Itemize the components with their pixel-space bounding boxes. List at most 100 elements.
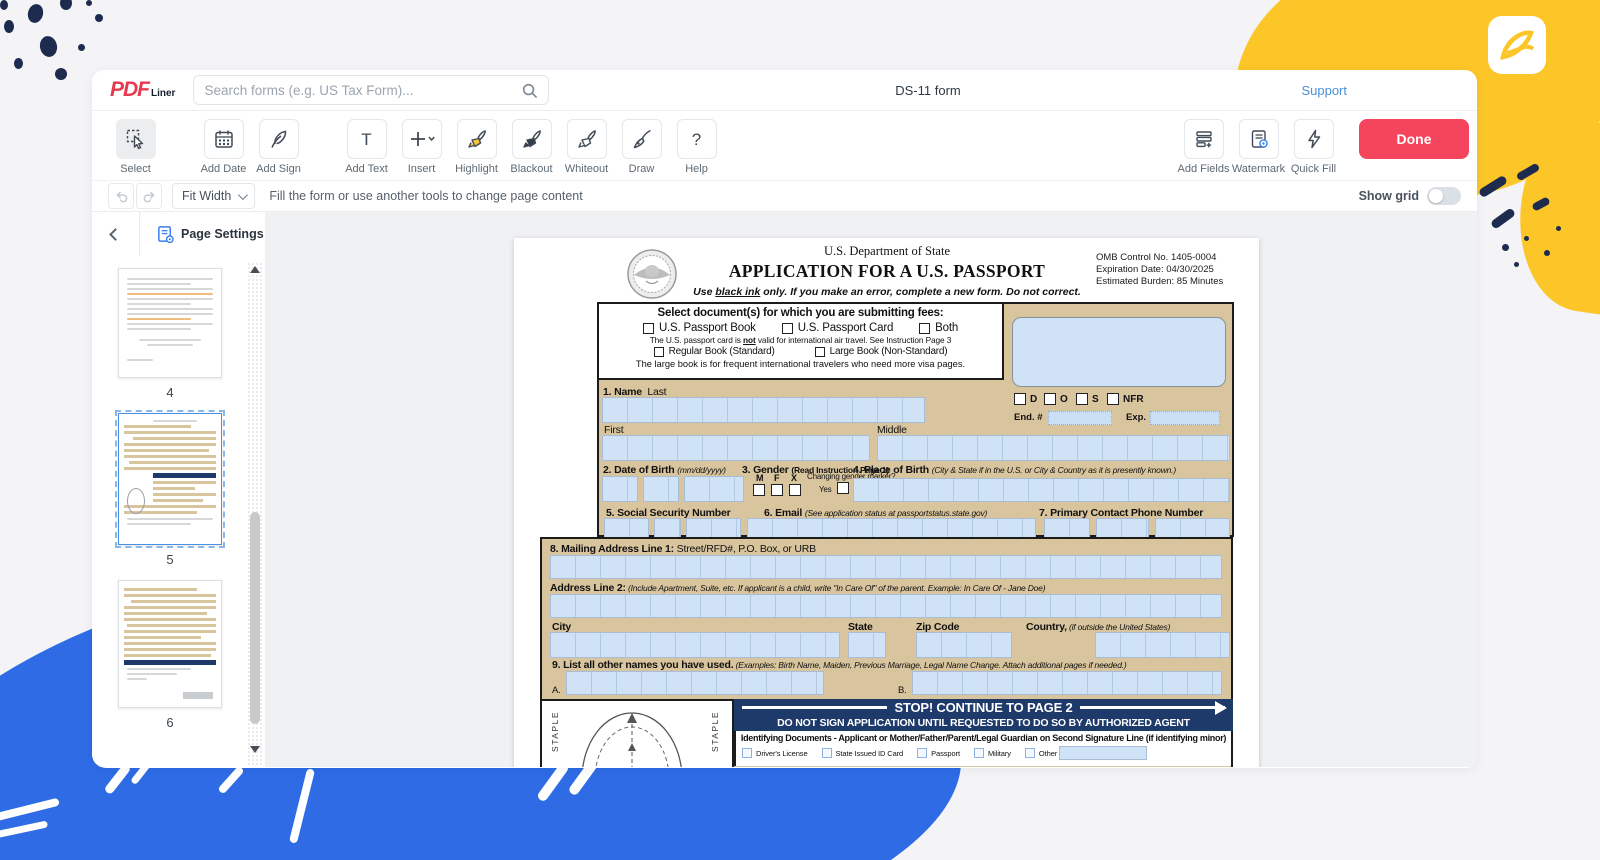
identifying-documents-label: Identifying Documents - Applicant or Mot…	[736, 731, 1231, 743]
other-name-a-field[interactable]	[566, 671, 824, 695]
ink-instruction: Use black ink only. If you make an error…	[682, 286, 1092, 298]
gender-f-checkbox[interactable]	[771, 484, 783, 496]
large-book-option[interactable]: Large Book (Non-Standard)	[815, 346, 948, 357]
place-of-birth-field[interactable]	[853, 478, 1230, 502]
endorsement-d-checkbox[interactable]	[1014, 393, 1026, 405]
lightning-icon	[1303, 128, 1325, 150]
add-fields-icon	[1193, 128, 1215, 150]
passport-card-checkbox[interactable]	[782, 323, 793, 334]
quick-fill-button[interactable]: Quick Fill	[1286, 119, 1341, 175]
staple-area: STAPLE STAPLE	[540, 699, 734, 767]
whiteout-button[interactable]: Whiteout	[559, 119, 614, 180]
passport-card-option[interactable]: U.S. Passport Card	[782, 322, 893, 334]
page-settings-button[interactable]: Page Settings	[156, 225, 264, 244]
search-icon[interactable]	[521, 82, 538, 99]
other-name-b-field[interactable]	[912, 671, 1222, 695]
add-date-button[interactable]: Add Date	[196, 119, 251, 180]
undo-button[interactable]	[108, 183, 134, 209]
drivers-license-checkbox[interactable]	[742, 748, 752, 758]
calendar-icon	[213, 128, 235, 150]
other-checkbox[interactable]	[1025, 748, 1035, 758]
scroll-down-arrow[interactable]	[250, 746, 260, 753]
first-name-field[interactable]	[602, 435, 870, 461]
search-input[interactable]	[204, 83, 521, 98]
sidebar-scrollbar[interactable]	[247, 262, 263, 767]
country-field[interactable]	[1095, 632, 1230, 658]
form-lower-section: 8. Mailing Address Line 1: Street/RFD#, …	[540, 537, 1233, 767]
collapse-sidebar-button[interactable]	[92, 212, 140, 256]
zoom-select[interactable]: Fit Width	[172, 183, 255, 209]
large-book-checkbox[interactable]	[815, 347, 825, 357]
scrollbar-thumb[interactable]	[250, 512, 260, 724]
id-state-id-option[interactable]: State Issued ID Card	[822, 748, 904, 758]
end-number-field[interactable]	[1048, 411, 1112, 425]
last-name-field[interactable]	[602, 397, 925, 423]
endorsement-o-checkbox[interactable]	[1044, 393, 1056, 405]
passport-book-checkbox[interactable]	[643, 323, 654, 334]
support-link[interactable]: Support	[1301, 83, 1347, 98]
page-thumbnail-4[interactable]	[118, 268, 222, 378]
dob-month-field[interactable]	[602, 476, 638, 502]
watermark-button[interactable]: Watermark	[1231, 119, 1286, 175]
city-field[interactable]	[550, 632, 840, 658]
highlight-button[interactable]: Highlight	[449, 119, 504, 180]
ds11-form-page: U.S. Department of State APPLICATION FOR…	[514, 238, 1259, 767]
dob-day-field[interactable]	[643, 476, 679, 502]
blackout-button[interactable]: Blackout	[504, 119, 559, 180]
endorsement-s-checkbox[interactable]	[1076, 393, 1088, 405]
document-canvas: U.S. Department of State APPLICATION FOR…	[265, 212, 1477, 767]
endorsement-input-box[interactable]	[1012, 317, 1226, 387]
changing-marker-yes-checkbox[interactable]	[837, 482, 849, 494]
page-thumbnail-6[interactable]	[118, 580, 222, 708]
id-military-option[interactable]: Military	[974, 748, 1011, 758]
state-field[interactable]	[848, 632, 886, 658]
done-button[interactable]: Done	[1359, 119, 1469, 159]
decor-dot	[95, 14, 103, 22]
state-department-seal	[626, 248, 678, 300]
add-sign-button[interactable]: Add Sign	[251, 119, 306, 180]
page-thumbnail-5[interactable]	[118, 413, 222, 545]
draw-button[interactable]: Draw	[614, 119, 669, 180]
add-fields-button[interactable]: Add Fields	[1176, 119, 1231, 175]
gender-x-checkbox[interactable]	[789, 484, 801, 496]
both-checkbox[interactable]	[919, 323, 930, 334]
regular-book-checkbox[interactable]	[654, 347, 664, 357]
dob-year-field[interactable]	[684, 476, 744, 502]
passport-book-option[interactable]: U.S. Passport Book	[643, 322, 756, 334]
pdfliner-logo[interactable]: PDF Liner	[110, 78, 175, 102]
undo-icon	[114, 189, 129, 204]
gender-m-checkbox[interactable]	[753, 484, 765, 496]
id-other-option[interactable]: Other	[1025, 746, 1147, 760]
decor-dot	[1544, 250, 1550, 256]
logo-liner-text: Liner	[151, 88, 175, 99]
redo-button[interactable]	[136, 183, 162, 209]
help-button[interactable]: ? Help	[669, 119, 724, 180]
endorsement-nfr-checkbox[interactable]	[1107, 393, 1119, 405]
add-text-button[interactable]: T Add Text	[339, 119, 394, 180]
decor-dot	[1502, 244, 1509, 251]
both-option[interactable]: Both	[919, 322, 958, 334]
regular-book-option[interactable]: Regular Book (Standard)	[654, 346, 775, 357]
address-line2-field[interactable]	[550, 594, 1222, 618]
other-id-field[interactable]	[1059, 746, 1147, 760]
omb-burden: Estimated Burden: 85 Minutes	[1096, 276, 1254, 288]
search-form[interactable]	[193, 75, 549, 105]
select-tool-button[interactable]: Select	[108, 119, 163, 180]
address-line1-field[interactable]	[550, 555, 1222, 579]
insert-button[interactable]: Insert	[394, 119, 449, 180]
id-drivers-license-option[interactable]: Driver's License	[742, 748, 808, 758]
exp-label: Exp.	[1126, 412, 1146, 423]
middle-name-field[interactable]	[877, 435, 1230, 461]
toolbar: Select Add Date Add Sign T Add Text	[92, 111, 1477, 180]
exp-field[interactable]	[1150, 411, 1220, 425]
document-title: DS-11 form	[895, 83, 961, 98]
id-passport-option[interactable]: Passport	[917, 748, 960, 758]
scroll-up-arrow[interactable]	[250, 266, 260, 273]
passport-id-checkbox[interactable]	[917, 748, 927, 758]
show-grid-toggle[interactable]	[1427, 187, 1461, 205]
zip-field[interactable]	[916, 632, 1012, 658]
agency-name: U.S. Department of State	[682, 244, 1092, 259]
state-id-checkbox[interactable]	[822, 748, 832, 758]
military-checkbox[interactable]	[974, 748, 984, 758]
brand-tile	[1488, 16, 1546, 74]
